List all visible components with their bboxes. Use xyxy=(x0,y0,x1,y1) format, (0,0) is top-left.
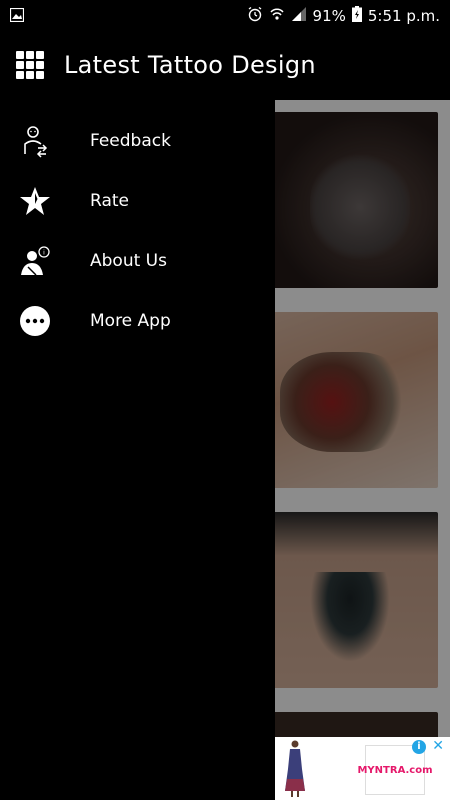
app-header: Latest Tattoo Design xyxy=(0,32,450,100)
menu-grid-icon[interactable] xyxy=(16,51,44,79)
menu-item-about-us[interactable]: i About Us xyxy=(0,231,275,291)
menu-item-label: Rate xyxy=(90,191,129,211)
menu-item-label: Feedback xyxy=(90,131,171,151)
menu-item-label: About Us xyxy=(90,251,167,271)
menu-item-feedback[interactable]: Feedback xyxy=(0,111,275,171)
battery-icon xyxy=(351,6,362,26)
clock: 5:51 p.m. xyxy=(367,7,440,25)
wifi-icon xyxy=(269,6,285,26)
ad-close-icon[interactable]: ✕ xyxy=(432,738,444,754)
ad-info-icon[interactable]: i xyxy=(412,740,426,754)
signal-icon xyxy=(291,6,307,26)
gallery-notification-icon xyxy=(9,7,25,26)
more-icon xyxy=(18,304,52,338)
ad-banner[interactable]: MYNTRA.com i ✕ xyxy=(275,737,450,800)
ad-model-image xyxy=(283,739,307,797)
alarm-icon xyxy=(247,6,263,26)
battery-percent: 91% xyxy=(312,7,346,25)
menu-item-label: More App xyxy=(90,311,171,331)
svg-text:i: i xyxy=(43,250,45,257)
feedback-icon xyxy=(18,124,52,158)
status-bar: 91% 5:51 p.m. xyxy=(0,0,450,32)
about-us-icon: i xyxy=(18,244,52,278)
menu-item-more-app[interactable]: More App xyxy=(0,291,275,351)
navigation-drawer: Feedback Rate i About Us More App xyxy=(0,100,275,800)
star-icon xyxy=(18,184,52,218)
app-title: Latest Tattoo Design xyxy=(64,51,316,79)
menu-item-rate[interactable]: Rate xyxy=(0,171,275,231)
